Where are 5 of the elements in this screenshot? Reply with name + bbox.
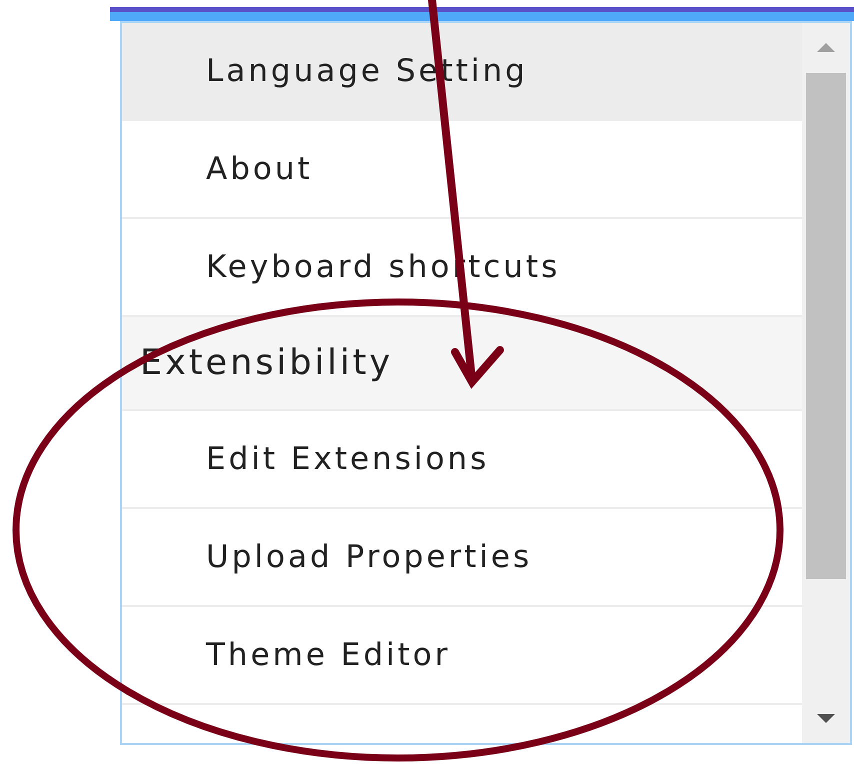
scrollbar[interactable] (802, 23, 850, 743)
section-header: Extensibility (122, 317, 802, 411)
scrollbar-thumb[interactable] (806, 73, 846, 579)
scroll-down-icon[interactable] (816, 713, 836, 725)
scroll-up-icon[interactable] (816, 41, 836, 53)
